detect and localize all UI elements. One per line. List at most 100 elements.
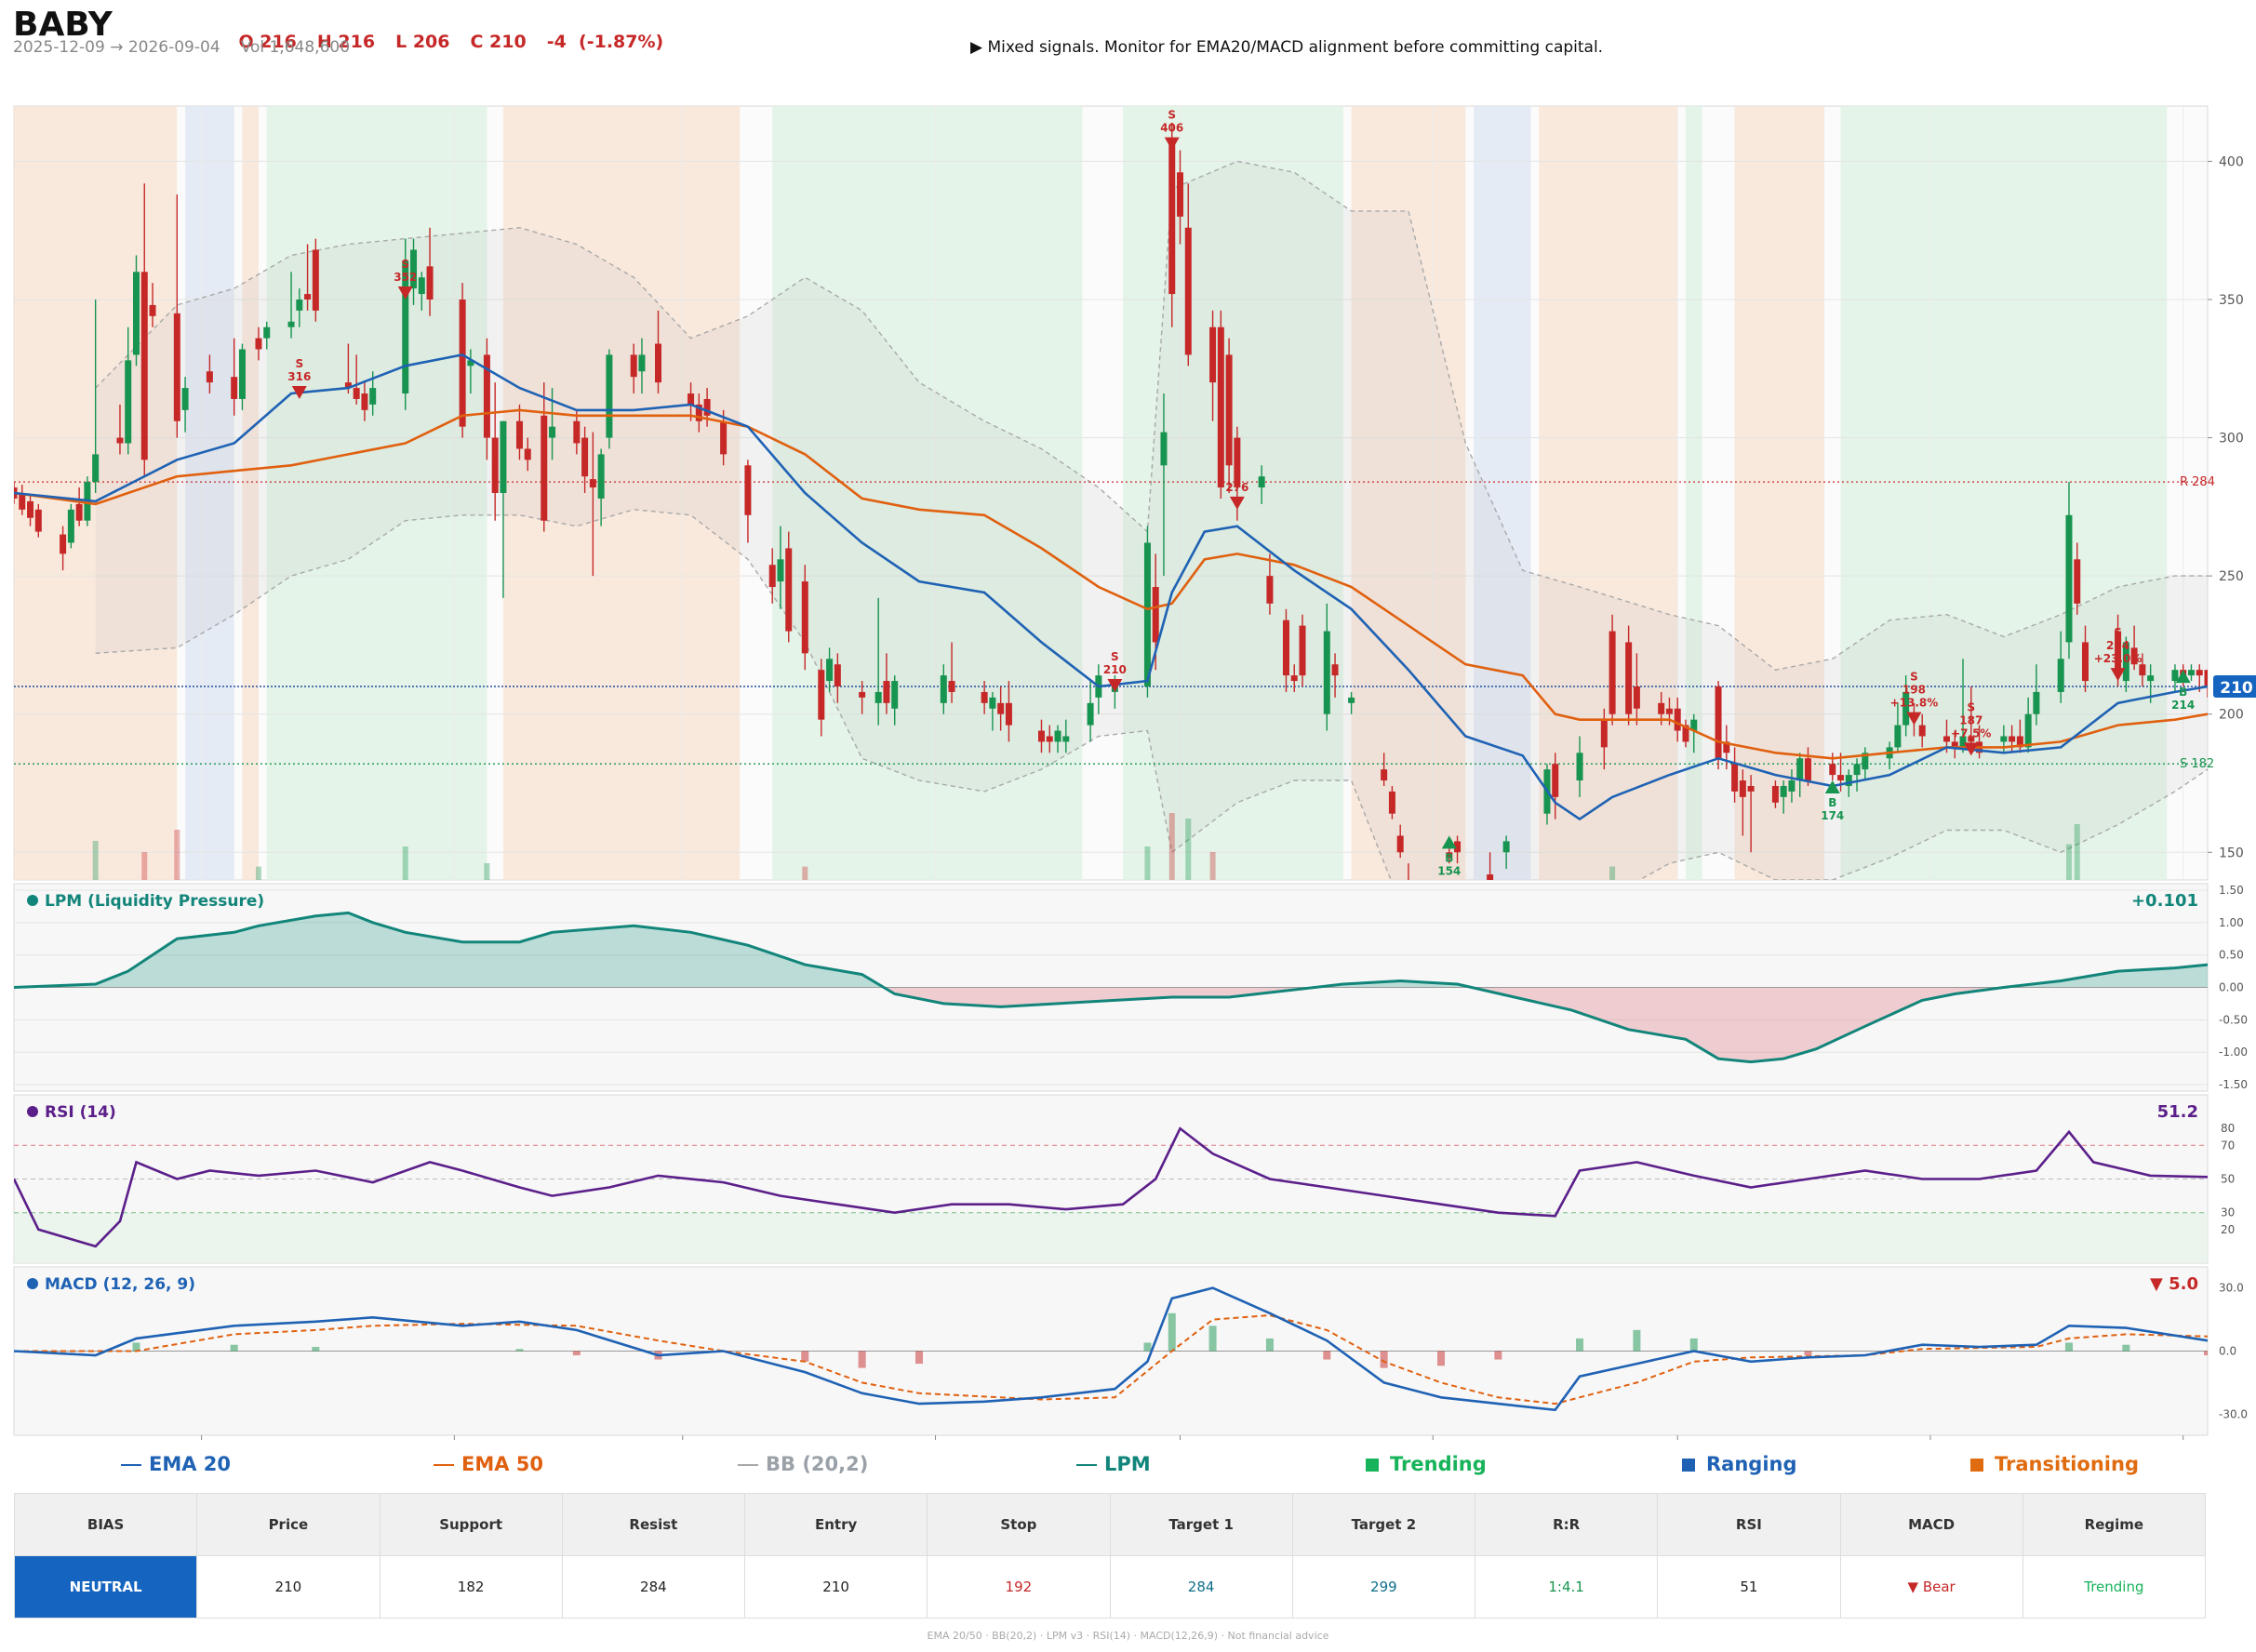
lpm-title: LPM (Liquidity Pressure) (45, 892, 264, 911)
candle-body (459, 300, 466, 427)
chart-canvas: S 316S 352S 210S 406S 276B 154B 174S 198 +13.8% S 1… (13, 105, 2256, 1444)
candle-body (1299, 625, 1306, 676)
macd-histogram-bar (1168, 1312, 1176, 1352)
candle-body (1600, 719, 1608, 748)
legend-lpm-label: LPM (1104, 1453, 1151, 1475)
candle-body (948, 681, 955, 692)
candle-body (1502, 841, 1510, 853)
macd-histogram-bar (230, 1344, 238, 1352)
rsi-axis-label: 50 (2221, 1173, 2235, 1186)
table-row: NEUTRAL 210 182 284 210 192 284 299 1:4.… (13, 1555, 2207, 1619)
candle-body (1576, 753, 1583, 781)
volume-bar (1609, 866, 1616, 880)
candle-body (1087, 702, 1094, 726)
candle-body (1674, 708, 1681, 731)
candle-body (181, 388, 189, 410)
macd-histogram-bar (312, 1346, 320, 1352)
candle-body (1331, 664, 1339, 676)
candle-body (777, 559, 784, 582)
candle-body (1160, 432, 1168, 466)
legend-ranging-label: Ranging (1706, 1453, 1797, 1475)
candle-body (720, 420, 728, 455)
legend-lpm-swatch (1076, 1464, 1097, 1466)
rsi-value: 51 (1657, 1555, 1841, 1619)
signal-label-line: 276 (1225, 481, 1248, 494)
candle-body (263, 326, 271, 339)
lpm-axis-label: 0.00 (2219, 981, 2244, 994)
rsi-axis-label: 80 (2221, 1122, 2235, 1135)
price-value: 210 (196, 1555, 380, 1619)
candle-body (703, 398, 711, 416)
candle-body (426, 266, 434, 300)
col-macd: MACD (1839, 1493, 2023, 1556)
candle-body (1054, 730, 1061, 742)
table-header-row: BIAS Price Support Resist Entry Stop Tar… (13, 1493, 2207, 1556)
macd-histogram-bar (1437, 1351, 1446, 1366)
resist-value: 284 (561, 1555, 746, 1619)
lpm-axis-label: 1.50 (2219, 884, 2244, 897)
candle-body (989, 697, 996, 709)
candle-body (149, 304, 156, 316)
candle-body (597, 454, 605, 499)
signal-label-line: S (2114, 626, 2122, 639)
candle-body (206, 371, 213, 383)
signal-label-line: S (401, 258, 409, 271)
lpm-axis-label: 1.00 (2219, 916, 2244, 929)
legend-trending: Trending (1366, 1453, 1487, 1475)
col-target2: Target 2 (1291, 1493, 1476, 1556)
candle-body (1552, 764, 1559, 797)
candle-body (891, 681, 899, 709)
legend-trending-swatch (1366, 1459, 1379, 1472)
macd-histogram-bar (801, 1351, 809, 1362)
candle-body (1037, 730, 1045, 742)
volume-bar (2074, 824, 2080, 880)
rsi-oversold-zone (14, 1212, 2208, 1263)
candle-body (1658, 702, 1665, 714)
candle-body (1381, 769, 1388, 781)
legend-transitioning-swatch (1970, 1459, 1983, 1472)
signal-label-line: 316 (287, 370, 311, 383)
candle-body (1143, 542, 1151, 686)
legend-lpm: LPM (1076, 1453, 1151, 1475)
macd-axis-label: 30.0 (2219, 1282, 2244, 1295)
candle-body (231, 377, 238, 399)
candle-body (1323, 631, 1330, 714)
volume-bar (255, 866, 261, 880)
candle-body (353, 388, 360, 399)
col-support: Support (379, 1493, 563, 1556)
rsi-axis-label: 30 (2221, 1206, 2235, 1219)
macd-histogram-bar (915, 1351, 924, 1365)
candle-body (687, 393, 695, 405)
candle-body (768, 565, 776, 588)
candle-body (573, 420, 581, 444)
candle-body (2187, 670, 2195, 676)
target1-value: 284 (1109, 1555, 1293, 1619)
candle-body (940, 675, 947, 703)
rsi-value: 51.2 (2157, 1102, 2198, 1122)
legend-ema20: EMA 20 (121, 1453, 231, 1475)
lpm-axis-label: -1.00 (2219, 1046, 2248, 1059)
candle-body (1609, 631, 1616, 714)
rsi-axis-label: 20 (2221, 1223, 2235, 1236)
candle-body (1258, 476, 1265, 488)
candle-body (1780, 785, 1787, 797)
lpm-value: +0.101 (2131, 891, 2198, 911)
signal-label-line: 352 (394, 271, 417, 284)
candle-body (2196, 670, 2203, 676)
target2-value: 299 (1291, 1555, 1476, 1619)
legend-ranging-swatch (1682, 1459, 1695, 1472)
entry-value: 210 (743, 1555, 928, 1619)
signal-label-line: 210 (1103, 663, 1127, 676)
price-axis-label: 250 (2219, 569, 2244, 584)
macd-value: ▼ Bear (1839, 1555, 2023, 1619)
signal-label-line: 154 (1437, 864, 1461, 877)
candle-body (1005, 702, 1012, 726)
candle-body (1217, 326, 1224, 488)
macd-histogram-bar (1689, 1338, 1698, 1352)
candle-body (2082, 642, 2089, 682)
price-axis-label: 200 (2219, 708, 2244, 723)
legend-transitioning: Transitioning (1970, 1453, 2139, 1475)
volume-bar (1144, 846, 1151, 880)
candle-body (1348, 697, 1355, 703)
candle-body (874, 691, 882, 703)
